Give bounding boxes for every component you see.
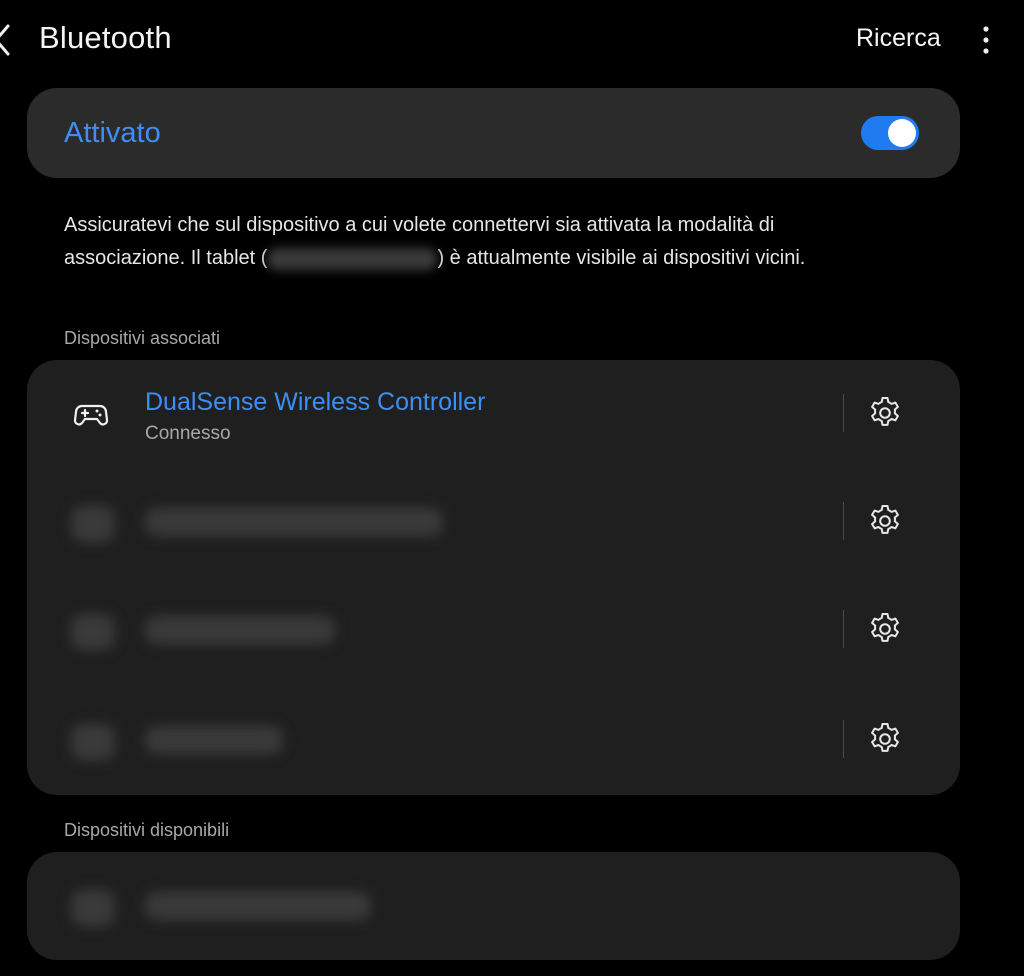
paired-device-row[interactable] (27, 686, 960, 794)
device-status: Connesso (145, 423, 231, 444)
device-settings-button[interactable] (865, 609, 905, 649)
visibility-description: Assicuratevi che sul dispositivo a cui v… (64, 209, 894, 275)
redacted-device-name (145, 508, 443, 536)
device-name: DualSense Wireless Controller (145, 388, 486, 416)
paired-devices-list: DualSense Wireless Controller Connesso (27, 360, 960, 795)
paired-device-row[interactable]: DualSense Wireless Controller Connesso (27, 360, 960, 468)
available-devices-list (27, 852, 960, 960)
chevron-left-icon (0, 24, 10, 56)
gear-icon (871, 397, 899, 426)
bluetooth-switch[interactable] (861, 116, 919, 150)
redacted-device-name (145, 892, 371, 920)
gear-icon (871, 613, 899, 642)
search-button[interactable]: Ricerca (856, 24, 941, 53)
gear-icon (871, 505, 899, 534)
bluetooth-settings-page: Bluetooth Ricerca Attivato Assicuratevi … (0, 0, 1024, 976)
gamepad-icon (73, 404, 109, 426)
description-text-end: ) è attualmente visibile ai dispositivi … (437, 247, 806, 269)
device-settings-button[interactable] (865, 719, 905, 759)
redacted-device-icon (71, 614, 115, 650)
bluetooth-toggle-card[interactable]: Attivato (27, 88, 960, 178)
row-divider (843, 394, 844, 432)
app-bar: Bluetooth Ricerca (0, 0, 1024, 80)
switch-knob (888, 119, 916, 147)
available-devices-header: Dispositivi disponibili (64, 820, 230, 840)
row-divider (843, 502, 844, 540)
page-title: Bluetooth (39, 20, 172, 55)
redacted-device-name (145, 616, 335, 644)
gear-icon (871, 723, 899, 752)
redacted-device-name (267, 247, 438, 270)
more-options-button[interactable] (976, 24, 996, 56)
redacted-device-icon (71, 890, 115, 926)
available-device-row[interactable] (27, 852, 960, 960)
device-settings-button[interactable] (865, 393, 905, 433)
more-vertical-icon (983, 26, 989, 54)
paired-device-row[interactable] (27, 468, 960, 576)
row-divider (843, 720, 844, 758)
paired-devices-header: Dispositivi associati (64, 328, 221, 348)
toggle-label: Attivato (64, 117, 161, 149)
device-settings-button[interactable] (865, 501, 905, 541)
row-divider (843, 610, 844, 648)
redacted-device-icon (71, 506, 115, 542)
back-button[interactable] (0, 22, 14, 58)
paired-device-row[interactable] (27, 576, 960, 684)
redacted-device-icon (71, 724, 115, 760)
redacted-device-name (145, 726, 283, 754)
